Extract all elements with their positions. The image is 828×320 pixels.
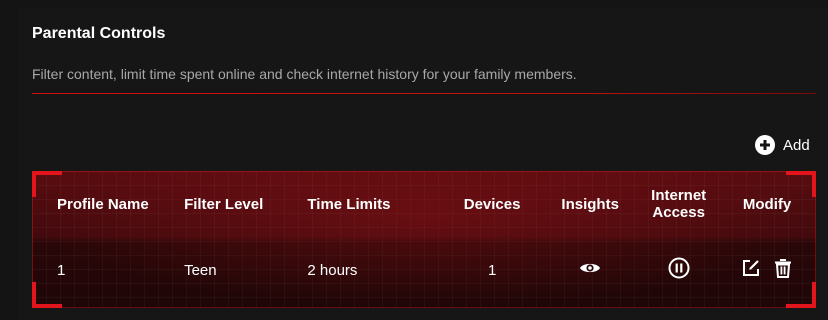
pause-icon[interactable] [668,257,690,283]
title-divider [32,93,816,94]
header-time-limits[interactable]: Time Limits [300,171,443,237]
table-row: 1 Teen 2 hours 1 [32,237,816,303]
cell-filter-level: Teen [184,261,217,279]
add-profile-button[interactable]: Add [755,135,810,155]
cell-time-limits: 2 hours [307,261,358,279]
cell-modify [718,237,816,303]
table-border-bottom [58,307,790,308]
header-internet-access-line2: Access [652,204,705,221]
eye-icon[interactable] [579,261,601,279]
cell-devices: 1 [487,261,497,279]
panel-title: Parental Controls [32,25,166,42]
profiles-table-container: Profile Name Filter Level Time Limits De… [32,171,816,308]
header-modify: Modify [742,195,792,213]
cell-internet-access [639,237,718,303]
edit-icon[interactable] [741,258,761,282]
cell-insights [541,237,639,303]
header-insights[interactable]: Insights [541,171,639,237]
table-header-row: Profile Name Filter Level Time Limits De… [32,171,816,237]
header-profile-name[interactable]: Profile Name [32,171,166,237]
panel-description: Filter content, limit time spent online … [32,66,577,82]
add-button-label: Add [783,136,810,154]
header-internet-access-line1: Internet [651,187,707,204]
cell-profile-name: 1 [57,261,66,279]
header-internet-access[interactable]: Internet Access [639,171,718,237]
header-devices[interactable]: Devices [443,171,541,237]
profiles-table: Profile Name Filter Level Time Limits De… [32,171,816,303]
trash-icon[interactable] [773,258,793,282]
header-filter-level[interactable]: Filter Level [166,171,300,237]
plus-circle-icon [755,135,775,155]
